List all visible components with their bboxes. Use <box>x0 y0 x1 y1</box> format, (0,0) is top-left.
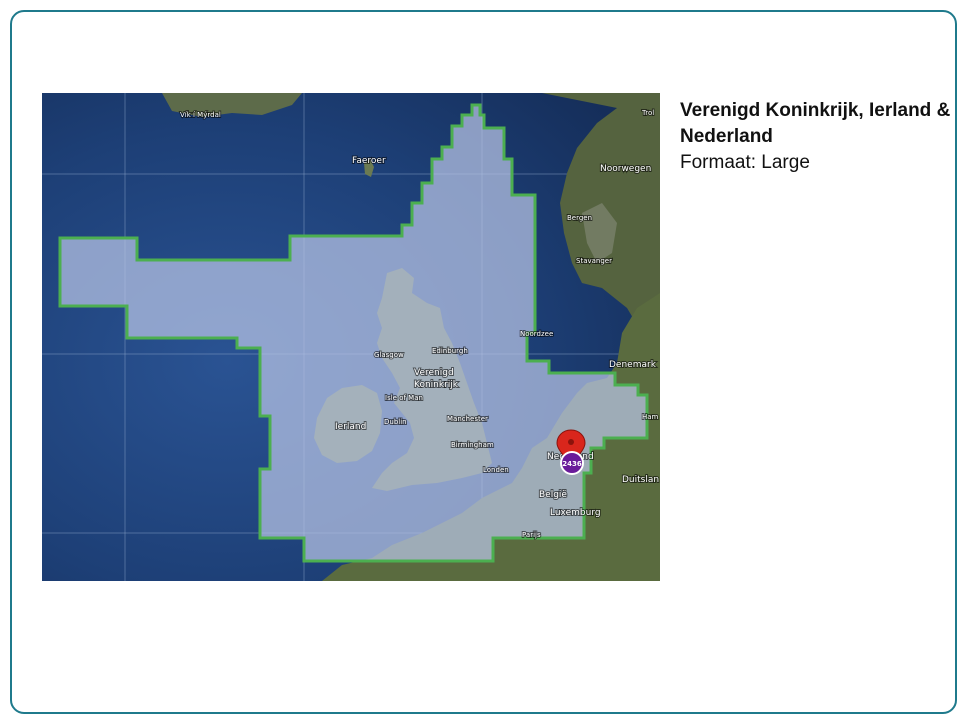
label-noorwegen: Noorwegen <box>600 164 651 174</box>
cluster-marker[interactable]: 2436 <box>560 451 584 475</box>
cluster-count: 2436 <box>562 460 582 468</box>
label-birmingham: Birmingham <box>451 441 494 449</box>
label-denemarken: Denemark <box>609 360 657 370</box>
label-edinburgh: Edinburgh <box>432 347 468 355</box>
label-vik: Vík í Mýrdal <box>180 111 221 119</box>
label-dublin: Dublin <box>384 418 407 426</box>
label-bergen: Bergen <box>567 214 592 222</box>
label-belgie: België <box>539 490 567 500</box>
label-ierland: Ierland <box>335 422 366 432</box>
coverage-map[interactable]: Vík í Mýrdal Faeroer Trol Noorwegen Berg… <box>42 93 660 581</box>
label-faeroer: Faeroer <box>352 156 386 166</box>
label-parijs: Parijs <box>522 531 541 539</box>
label-isle-of-man: Isle of Man <box>385 394 423 402</box>
label-stavanger: Stavanger <box>576 257 612 265</box>
label-luxemburg: Luxemburg <box>550 508 601 518</box>
label-manchester: Manchester <box>447 415 488 423</box>
label-hamburg: Ham <box>642 413 659 421</box>
region-title: Verenigd Koninkrijk, Ierland & Nederland <box>680 100 951 147</box>
region-card: Vík í Mýrdal Faeroer Trol Noorwegen Berg… <box>10 10 957 714</box>
region-info: Verenigd Koninkrijk, Ierland & Nederland… <box>680 98 962 176</box>
label-londen: Londen <box>483 466 509 474</box>
label-tromso: Trol <box>641 109 654 117</box>
label-uk-line2: Koninkrijk <box>414 380 459 390</box>
region-format: Formaat: Large <box>680 152 810 173</box>
label-noordzee: Noordzee <box>520 330 553 338</box>
label-duitsland: Duitslan <box>622 475 659 485</box>
map-svg: Vík í Mýrdal Faeroer Trol Noorwegen Berg… <box>42 93 660 581</box>
label-uk-line1: Verenigd <box>414 368 454 378</box>
label-glasgow: Glasgow <box>374 351 404 359</box>
